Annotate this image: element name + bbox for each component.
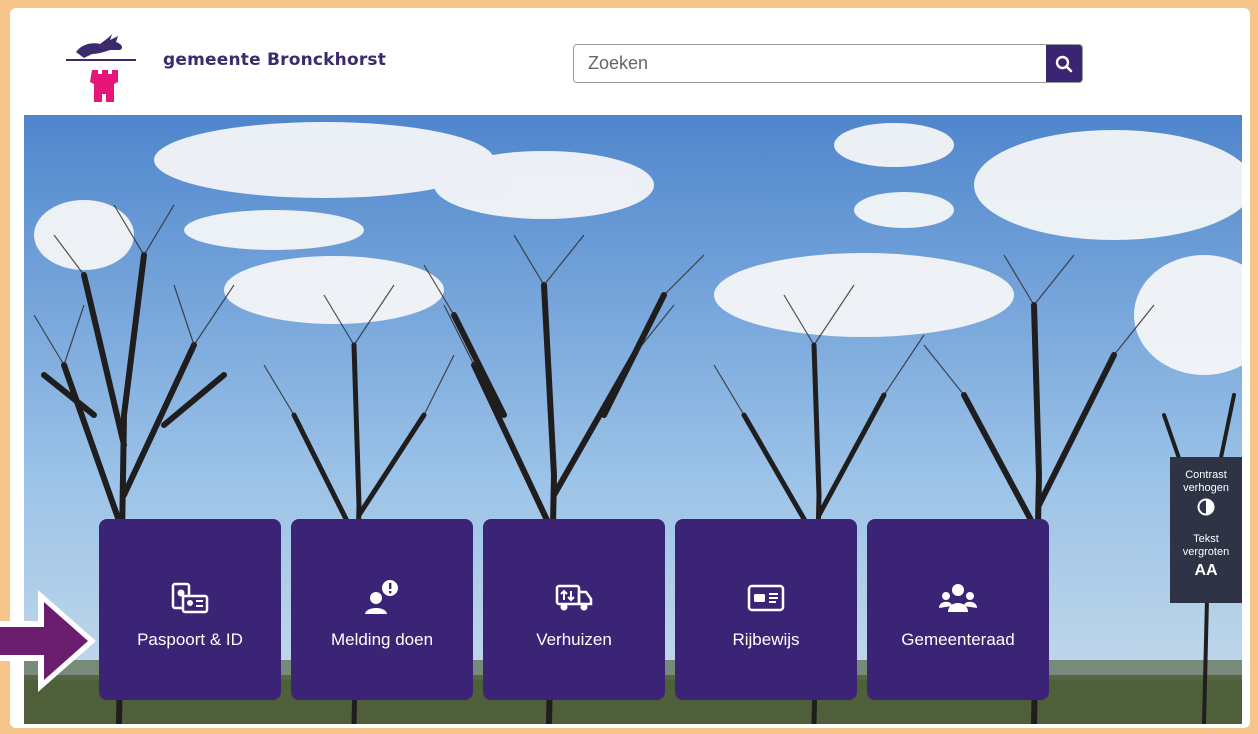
site-header: gemeente Bronckhorst (24, 18, 1242, 115)
tile-melding-doen[interactable]: Melding doen (291, 519, 473, 700)
tile-verhuizen[interactable]: Verhuizen (483, 519, 665, 700)
hero-banner: Paspoort & ID Melding doen Verhuizen Rij… (24, 115, 1242, 724)
text-size-icon: AA (1194, 562, 1218, 579)
accessibility-panel: Contrast verhogen Tekst vergroten AA (1170, 457, 1242, 603)
contrast-label-2: verhogen (1183, 482, 1229, 494)
council-group-icon (939, 583, 977, 612)
search-icon (1055, 55, 1073, 72)
brand-name[interactable]: gemeente Bronckhorst (163, 50, 386, 70)
contrast-label-1: Contrast (1185, 469, 1227, 481)
municipality-logo[interactable] (64, 28, 140, 106)
search-input[interactable] (574, 45, 1046, 82)
search-button[interactable] (1046, 45, 1082, 82)
tile-label: Rijbewijs (732, 629, 800, 649)
tile-passport-id[interactable]: Paspoort & ID (99, 519, 281, 700)
tile-gemeenteraad[interactable]: Gemeenteraad (867, 519, 1049, 700)
moving-truck-icon (555, 584, 593, 610)
quick-links: Paspoort & ID Melding doen Verhuizen Rij… (99, 519, 1049, 700)
drivers-license-icon (747, 584, 785, 611)
contrast-toggle[interactable]: Contrast verhogen (1170, 469, 1242, 521)
search-bar (573, 44, 1083, 83)
tile-label: Verhuizen (536, 629, 612, 649)
tile-label: Gemeenteraad (901, 629, 1015, 649)
text-size-label-2: vergroten (1182, 546, 1230, 558)
passport-id-icon (171, 582, 209, 613)
text-size-toggle[interactable]: Tekst vergroten AA (1170, 533, 1242, 580)
tile-rijbewijs[interactable]: Rijbewijs (675, 519, 857, 700)
tile-label: Melding doen (330, 629, 434, 649)
pointer-arrow (0, 590, 96, 692)
text-size-label-1: Tekst (1193, 533, 1219, 545)
tile-label: Paspoort & ID (137, 629, 243, 649)
contrast-icon (1170, 498, 1242, 521)
report-person-icon (365, 579, 398, 614)
